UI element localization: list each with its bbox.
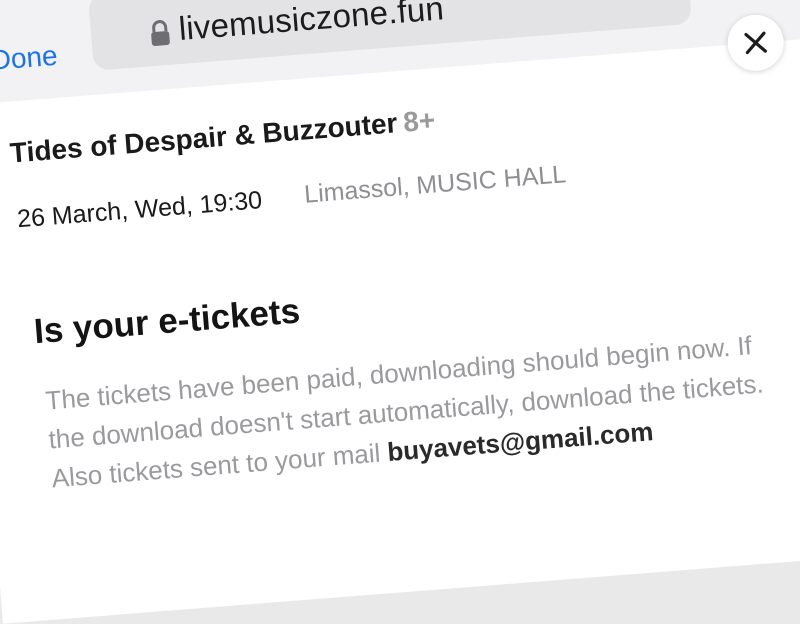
done-button[interactable]: Done [0,40,59,77]
lock-icon [148,19,172,49]
age-rating-badge: 8+ [402,104,437,138]
close-icon [744,31,767,55]
screen: Done livemusiczone.fun Tides of Despair … [0,0,800,624]
